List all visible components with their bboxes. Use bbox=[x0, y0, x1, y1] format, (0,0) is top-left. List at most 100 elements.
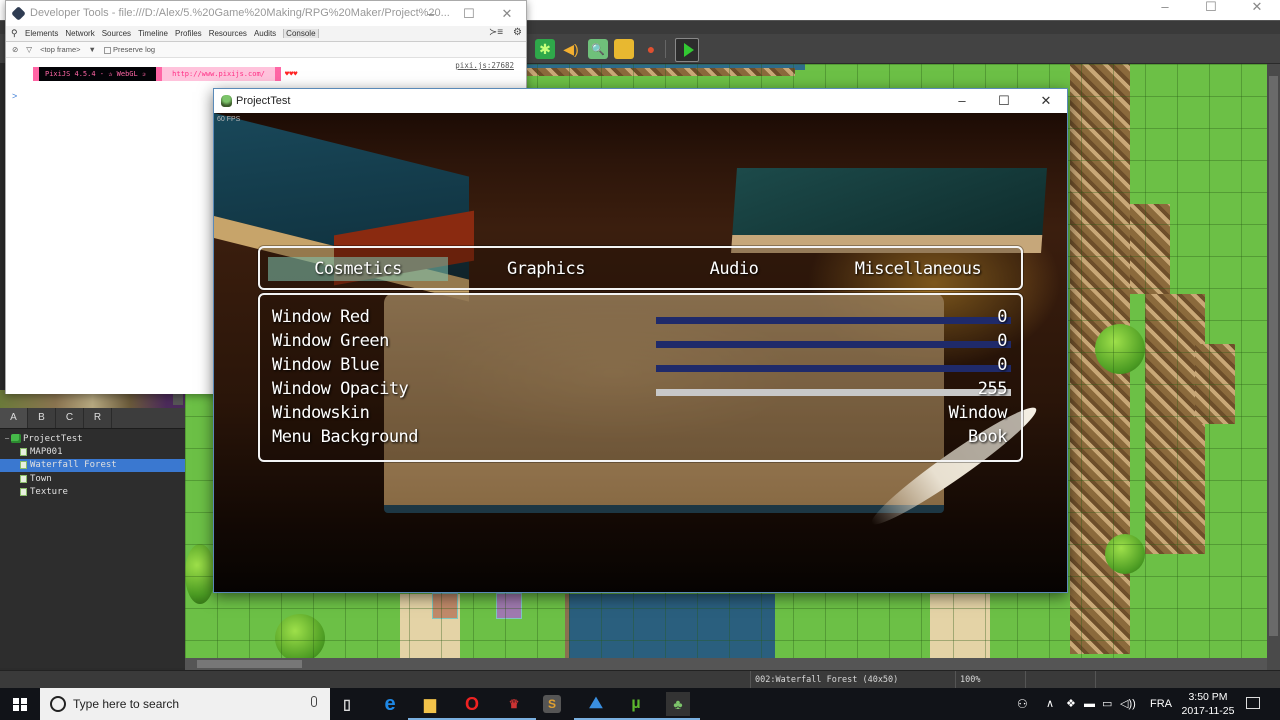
preserve-log-checkbox[interactable]: Preserve log bbox=[103, 45, 155, 54]
option-row-window-green[interactable]: Window Green 0 bbox=[272, 329, 1011, 353]
nwjs-app-icon bbox=[221, 95, 232, 107]
tileset-tab-r[interactable]: R bbox=[84, 408, 112, 428]
option-row-windowskin[interactable]: Windowskin Window bbox=[272, 401, 1008, 425]
sound-test-icon[interactable]: ◀) bbox=[561, 39, 581, 59]
language-indicator[interactable]: FRA bbox=[1150, 688, 1172, 720]
action-center-icon[interactable] bbox=[1246, 697, 1260, 709]
pixi-version-label: PixiJS 4.5.4 - ✰ WebGL ✰ bbox=[39, 67, 157, 81]
people-icon[interactable]: ⚇ bbox=[1017, 688, 1028, 720]
map-icon bbox=[20, 487, 27, 496]
game-canvas[interactable]: 60 FPS Cosmetics Graphics Audio Miscella… bbox=[214, 113, 1067, 592]
tileset-tabs: A B C R bbox=[0, 408, 185, 428]
taskbar-search[interactable]: Type here to search bbox=[40, 688, 330, 720]
tab-audits[interactable]: Audits bbox=[254, 29, 276, 38]
option-gauge[interactable] bbox=[656, 317, 1011, 324]
option-row-menu-background[interactable]: Menu Background Book bbox=[272, 425, 1007, 449]
tab-graphics[interactable]: Graphics bbox=[456, 257, 636, 281]
utorrent-icon[interactable]: µ bbox=[614, 692, 658, 720]
collapse-icon[interactable]: − bbox=[3, 434, 11, 443]
map-horizontal-scrollbar[interactable] bbox=[185, 658, 1267, 670]
tree-map-item[interactable]: MAP001 bbox=[0, 445, 185, 458]
plugin-manager-icon[interactable]: ✱ bbox=[535, 39, 555, 59]
map-name: MAP001 bbox=[30, 446, 63, 457]
tileset-tab-a[interactable]: A bbox=[0, 408, 28, 428]
tab-profiles[interactable]: Profiles bbox=[175, 29, 202, 38]
frame-select[interactable]: <top frame> bbox=[40, 45, 80, 54]
option-value: 255 bbox=[977, 379, 1008, 399]
file-explorer-icon[interactable]: ▆ bbox=[408, 692, 452, 720]
option-gauge[interactable] bbox=[656, 389, 1011, 396]
taskbar-clock[interactable]: 3:50 PM 2017-11-25 bbox=[1178, 690, 1238, 718]
option-row-window-red[interactable]: Window Red 0 bbox=[272, 305, 1011, 329]
tab-timeline[interactable]: Timeline bbox=[138, 29, 168, 38]
nwjs-game-icon[interactable]: ♣ bbox=[656, 692, 700, 720]
tab-resources[interactable]: Resources bbox=[209, 29, 247, 38]
tab-network[interactable]: Network bbox=[65, 29, 94, 38]
volume-icon[interactable]: ◁)) bbox=[1120, 688, 1136, 720]
scroll-thumb[interactable] bbox=[197, 660, 302, 668]
playtest-button[interactable] bbox=[675, 38, 699, 62]
character-generator-icon[interactable]: ● bbox=[641, 39, 661, 59]
devtools-minimize-button[interactable]: – bbox=[412, 1, 450, 26]
option-label: Windowskin bbox=[272, 403, 370, 423]
tileset-tab-b[interactable]: B bbox=[28, 408, 56, 428]
devtools-maximize-button[interactable]: ☐ bbox=[450, 1, 488, 26]
editor-close-button[interactable]: ✕ bbox=[1234, 0, 1280, 20]
editor-minimize-button[interactable]: – bbox=[1142, 0, 1188, 20]
network-icon[interactable]: ▭ bbox=[1102, 688, 1112, 720]
option-value: 0 bbox=[997, 307, 1007, 327]
devtools-close-button[interactable]: ✕ bbox=[488, 1, 526, 26]
sublime-text-icon[interactable]: S bbox=[543, 695, 561, 713]
chevron-down-icon[interactable]: ▼ bbox=[89, 45, 96, 54]
gear-icon[interactable]: ⚙ bbox=[513, 27, 522, 38]
start-button[interactable] bbox=[0, 688, 40, 720]
rpg-maker-icon[interactable]: ♛ bbox=[492, 692, 536, 720]
option-gauge[interactable] bbox=[656, 341, 1011, 348]
tree-map-item[interactable]: Waterfall Forest bbox=[0, 458, 185, 472]
clear-console-icon[interactable]: ⊘ bbox=[12, 45, 18, 54]
console-drawer-icon[interactable]: ≻≡ bbox=[489, 27, 503, 38]
scroll-thumb[interactable] bbox=[1269, 76, 1278, 636]
map-vertical-scrollbar[interactable] bbox=[1267, 64, 1280, 670]
nordvpn-icon[interactable]: ⛰ bbox=[574, 692, 618, 720]
tab-cosmetics[interactable]: Cosmetics bbox=[268, 257, 448, 281]
tree-map-item[interactable]: Town bbox=[0, 472, 185, 485]
game-minimize-button[interactable]: – bbox=[941, 89, 983, 113]
search-icon[interactable]: ⚲ bbox=[11, 28, 25, 39]
option-row-window-blue[interactable]: Window Blue 0 bbox=[272, 353, 1011, 377]
tab-audio[interactable]: Audio bbox=[644, 257, 824, 281]
game-maximize-button[interactable]: ☐ bbox=[983, 89, 1025, 113]
task-view-icon[interactable]: ▯ bbox=[335, 692, 359, 716]
game-close-button[interactable]: ✕ bbox=[1025, 89, 1067, 113]
console-toolbar: ⊘ ▽ <top frame> ▼ Preserve log bbox=[6, 42, 526, 58]
source-link[interactable]: pixi.js:27682 bbox=[455, 61, 514, 70]
console-prompt[interactable]: > bbox=[12, 91, 17, 101]
option-label: Window Blue bbox=[272, 355, 380, 375]
tab-miscellaneous[interactable]: Miscellaneous bbox=[828, 257, 1008, 281]
edge-icon[interactable]: e bbox=[378, 692, 402, 716]
dropbox-icon[interactable]: ❖ bbox=[1066, 688, 1076, 720]
microphone-icon[interactable] bbox=[311, 696, 317, 707]
option-row-window-opacity[interactable]: Window Opacity 255 bbox=[272, 377, 1011, 401]
tileset-tab-c[interactable]: C bbox=[56, 408, 84, 428]
map-icon bbox=[20, 474, 27, 483]
resource-manager-icon[interactable] bbox=[614, 39, 634, 59]
filter-icon[interactable]: ▽ bbox=[26, 45, 32, 54]
tab-console[interactable]: Console bbox=[283, 29, 319, 38]
pixi-url[interactable]: http://www.pixijs.com/ bbox=[162, 67, 275, 81]
event-searcher-icon[interactable]: 🔍 bbox=[588, 39, 608, 59]
tab-elements[interactable]: Elements bbox=[25, 29, 58, 38]
project-name: ProjectTest bbox=[23, 433, 83, 444]
tray-expand-icon[interactable]: ∧ bbox=[1046, 688, 1054, 720]
windows-taskbar: Type here to search ▯ e ▆ O ♛ S ⛰ µ ♣ ⚇ … bbox=[0, 688, 1280, 720]
tab-sources[interactable]: Sources bbox=[102, 29, 131, 38]
tree-project[interactable]: − ProjectTest bbox=[0, 432, 185, 445]
map-icon bbox=[20, 447, 27, 456]
palette-scroll-button[interactable] bbox=[173, 393, 183, 405]
editor-maximize-button[interactable]: ☐ bbox=[1188, 0, 1234, 20]
map-name: Texture bbox=[30, 486, 68, 497]
tree-map-item[interactable]: Texture bbox=[0, 485, 185, 498]
battery-icon[interactable]: ▬ bbox=[1084, 688, 1095, 720]
option-gauge[interactable] bbox=[656, 365, 1011, 372]
opera-icon[interactable]: O bbox=[450, 692, 494, 720]
